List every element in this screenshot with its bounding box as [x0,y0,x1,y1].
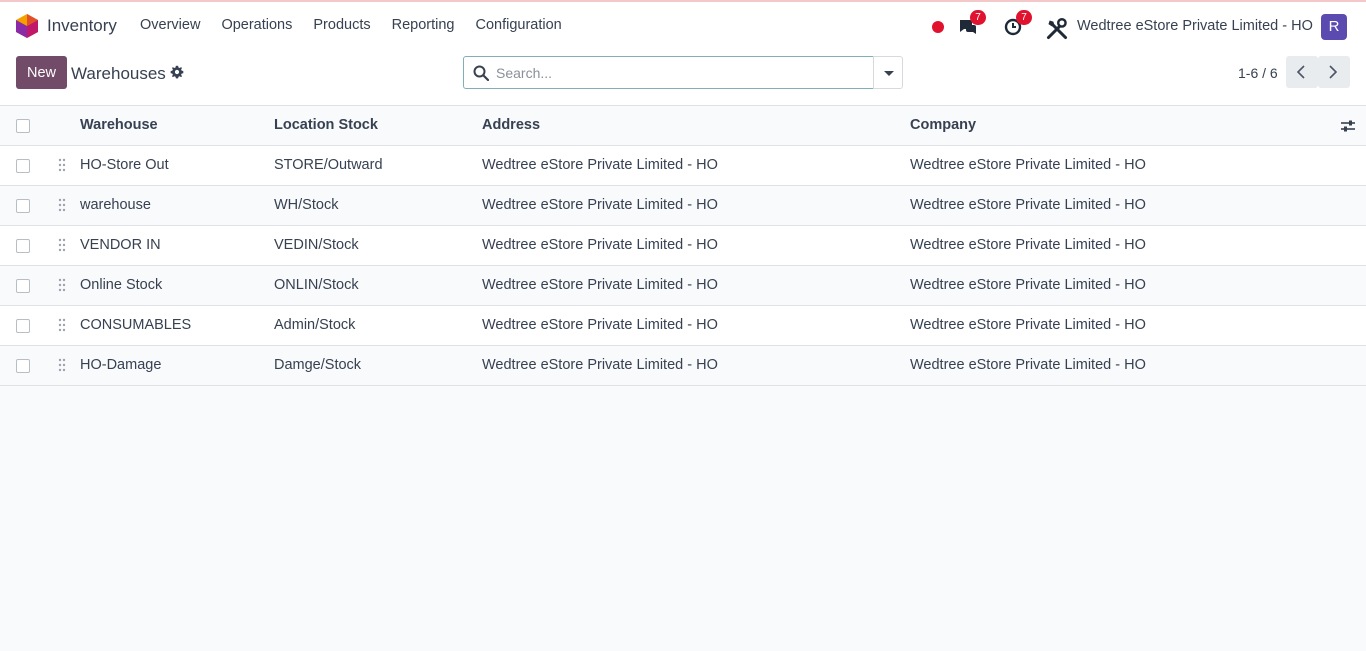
menu-products[interactable]: Products [313,17,370,33]
header-location-stock[interactable]: Location Stock [274,117,378,133]
cell-warehouse: VENDOR IN [80,237,161,253]
new-button[interactable]: New [16,56,67,89]
table-row[interactable]: VENDOR IN VEDIN/Stock Wedtree eStore Pri… [0,226,1366,266]
menu-configuration[interactable]: Configuration [475,17,561,33]
table-header: Warehouse Location Stock Address Company [0,106,1366,146]
pager-next-button[interactable] [1318,56,1350,88]
table-row[interactable]: CONSUMABLES Admin/Stock Wedtree eStore P… [0,306,1366,346]
cell-warehouse: Online Stock [80,277,163,293]
cell-location-stock: ONLIN/Stock [274,277,359,293]
cell-location-stock: Admin/Stock [274,317,356,333]
search-options-toggle[interactable] [873,56,903,89]
cell-warehouse: warehouse [80,197,151,213]
row-checkbox[interactable] [16,359,30,373]
gear-icon[interactable] [170,65,184,79]
table-row[interactable]: HO-Damage Damge/Stock Wedtree eStore Pri… [0,346,1366,386]
row-checkbox[interactable] [16,319,30,333]
cell-location-stock: Damge/Stock [274,357,362,373]
chevron-right-icon [1329,65,1338,79]
control-panel: New Warehouses 1-6 / 6 [0,50,1366,106]
cell-company: Wedtree eStore Private Limited - HO [910,277,1146,293]
activities-badge: 7 [1016,10,1032,25]
table-row[interactable]: warehouse WH/Stock Wedtree eStore Privat… [0,186,1366,226]
cell-company: Wedtree eStore Private Limited - HO [910,197,1146,213]
main-menu: Overview Operations Products Reporting C… [140,17,583,33]
page-title[interactable]: Warehouses [71,64,166,84]
menu-overview[interactable]: Overview [140,17,200,33]
cell-address: Wedtree eStore Private Limited - HO [482,197,718,213]
messages-button[interactable]: 7 [958,10,986,38]
cell-address: Wedtree eStore Private Limited - HO [482,237,718,253]
cell-company: Wedtree eStore Private Limited - HO [910,357,1146,373]
drag-handle-icon[interactable] [58,278,66,292]
cell-location-stock: WH/Stock [274,197,339,213]
search-input[interactable] [496,63,866,83]
header-address[interactable]: Address [482,117,540,133]
table-row[interactable]: HO-Store Out STORE/Outward Wedtree eStor… [0,146,1366,186]
cell-address: Wedtree eStore Private Limited - HO [482,157,718,173]
cell-company: Wedtree eStore Private Limited - HO [910,237,1146,253]
header-company[interactable]: Company [910,117,976,133]
cell-warehouse: CONSUMABLES [80,317,192,333]
cell-warehouse: HO-Damage [80,357,162,373]
search-bar [463,56,903,89]
cell-location-stock: VEDIN/Stock [274,237,359,253]
pager-value[interactable]: 1-6 / 6 [1238,65,1278,81]
search-icon [473,65,489,81]
column-settings-icon[interactable] [1340,118,1356,134]
warehouse-list: Warehouse Location Stock Address Company… [0,106,1366,386]
row-checkbox[interactable] [16,159,30,173]
drag-handle-icon[interactable] [58,358,66,372]
search-box[interactable] [463,56,874,89]
drag-handle-icon[interactable] [58,318,66,332]
activities-button[interactable]: 7 [1004,10,1032,38]
cell-address: Wedtree eStore Private Limited - HO [482,357,718,373]
app-logo-icon[interactable] [16,14,38,38]
row-checkbox[interactable] [16,239,30,253]
tools-icon[interactable] [1046,18,1068,40]
drag-handle-icon[interactable] [58,198,66,212]
cell-company: Wedtree eStore Private Limited - HO [910,317,1146,333]
messages-badge: 7 [970,10,986,25]
cell-warehouse: HO-Store Out [80,157,169,173]
menu-operations[interactable]: Operations [221,17,292,33]
select-all-checkbox[interactable] [16,119,30,133]
drag-handle-icon[interactable] [58,238,66,252]
pager-previous-button[interactable] [1286,56,1318,88]
header-warehouse[interactable]: Warehouse [80,117,158,133]
app-name[interactable]: Inventory [47,16,117,36]
cell-address: Wedtree eStore Private Limited - HO [482,277,718,293]
table-row[interactable]: Online Stock ONLIN/Stock Wedtree eStore … [0,266,1366,306]
chevron-left-icon [1296,65,1305,79]
drag-handle-icon[interactable] [58,158,66,172]
row-checkbox[interactable] [16,199,30,213]
cell-company: Wedtree eStore Private Limited - HO [910,157,1146,173]
top-navbar: Inventory Overview Operations Products R… [0,0,1366,50]
cell-address: Wedtree eStore Private Limited - HO [482,317,718,333]
row-checkbox[interactable] [16,279,30,293]
user-avatar[interactable]: R [1321,14,1347,40]
caret-down-icon [884,71,894,76]
cell-location-stock: STORE/Outward [274,157,383,173]
menu-reporting[interactable]: Reporting [392,17,455,33]
status-dot[interactable] [932,21,944,33]
company-switcher[interactable]: Wedtree eStore Private Limited - HO [1077,18,1313,34]
